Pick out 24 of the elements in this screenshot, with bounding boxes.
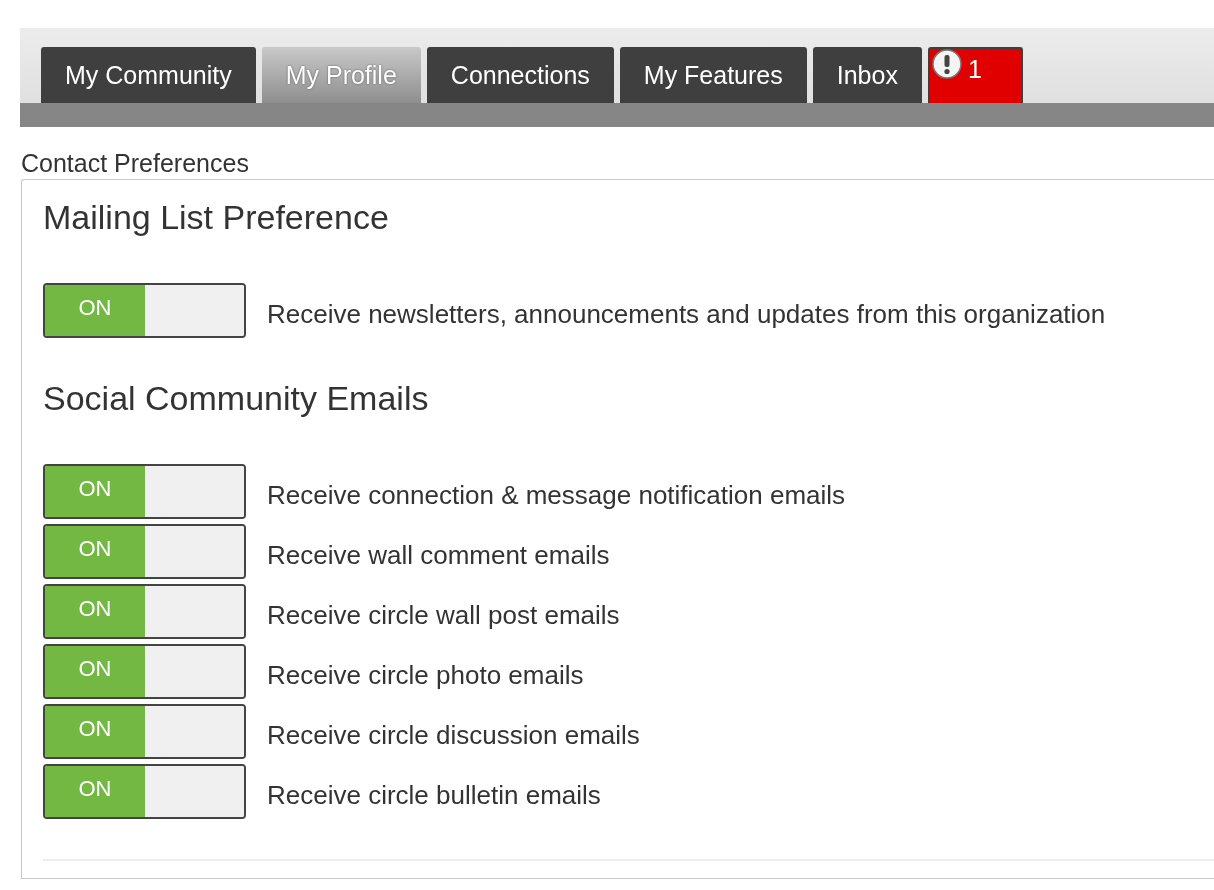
section-heading: Mailing List Preference (43, 197, 390, 237)
preference-label: Receive connection & message notification emails (267, 479, 846, 511)
toggle-switch[interactable]: ON (43, 464, 246, 519)
nav-tab[interactable]: My Features (619, 47, 807, 103)
preference-label: Receive circle discussion emails (267, 719, 640, 751)
nav-tab[interactable]: Connections (426, 47, 614, 103)
page-title: Contact Preferences (21, 149, 250, 177)
toggle-switch[interactable]: ON (43, 764, 246, 819)
toggle-switch[interactable]: ON (43, 283, 246, 338)
section-heading: Social Community Emails (43, 378, 430, 418)
exclamation-icon (931, 49, 962, 79)
nav-tab[interactable]: Inbox (812, 47, 922, 103)
alert-tab[interactable]: 1 (927, 47, 1023, 103)
preference-label: Receive newsletters, announcements and updates from this organization (267, 298, 1106, 330)
toggle-switch[interactable]: ON (43, 704, 246, 759)
preference-label: Receive wall comment emails (267, 539, 610, 571)
toggle-switch[interactable]: ON (43, 584, 246, 639)
nav-tab[interactable]: My Community (41, 47, 256, 103)
preference-label: Receive circle wall post emails (267, 599, 620, 631)
toggle-switch[interactable]: ON (43, 524, 246, 579)
toggle-switch[interactable]: ON (43, 644, 246, 699)
preference-label: Receive circle bulletin emails (267, 779, 601, 811)
nav-tab[interactable]: My Profile (261, 47, 421, 103)
preference-label: Receive circle photo emails (267, 659, 584, 691)
